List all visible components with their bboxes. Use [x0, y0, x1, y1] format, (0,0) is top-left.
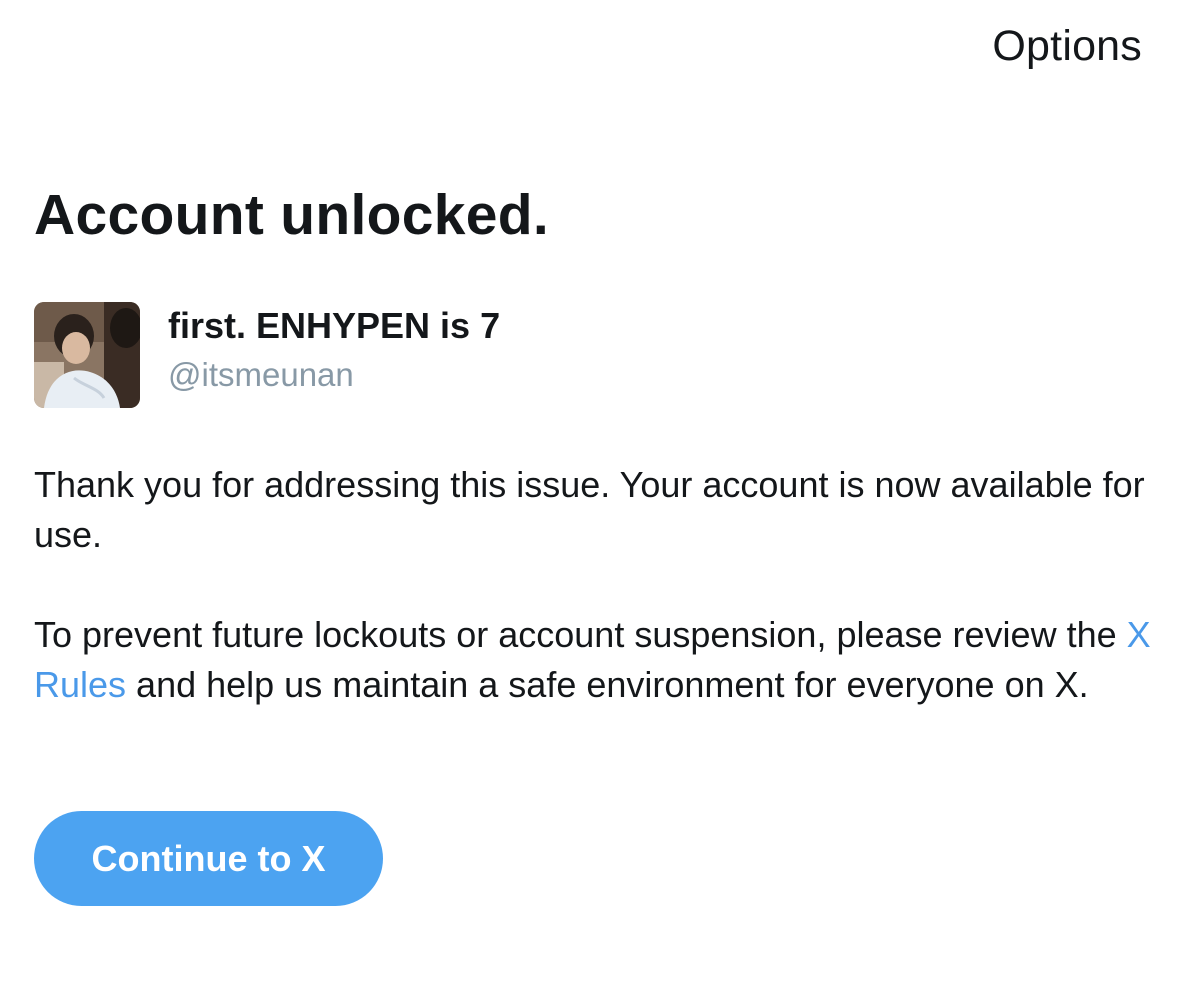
page-title: Account unlocked. — [34, 183, 549, 247]
account-card: first. ENHYPEN is 7 @itsmeunan — [34, 302, 500, 408]
rules-message-text-before: To prevent future lockouts or account su… — [34, 614, 1127, 655]
rules-message-text-after: and help us maintain a safe environment … — [126, 664, 1089, 705]
account-handle: @itsmeunan — [168, 356, 354, 393]
rules-message: To prevent future lockouts or account su… — [34, 610, 1160, 710]
avatar-photo — [34, 302, 140, 408]
continue-button[interactable]: Continue to X — [34, 811, 383, 906]
display-name: first. ENHYPEN is 7 — [168, 305, 501, 346]
avatar — [34, 302, 140, 408]
unlock-message: Thank you for addressing this issue. You… — [34, 464, 1145, 555]
options-button[interactable]: Options — [992, 22, 1142, 71]
